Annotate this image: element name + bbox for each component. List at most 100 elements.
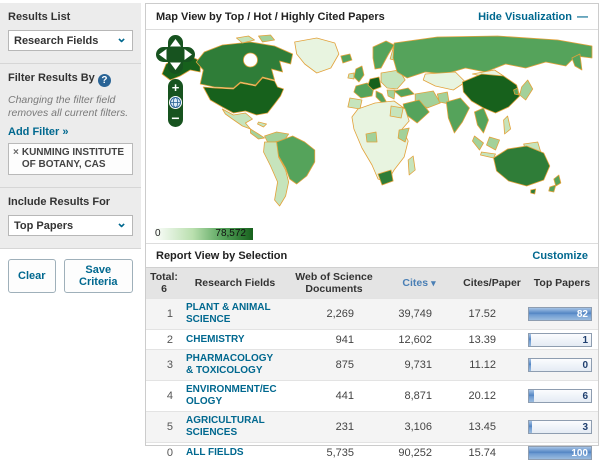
zoom-in-icon[interactable]: + <box>172 80 180 95</box>
filter-note: Changing the filter field removes all cu… <box>8 94 133 120</box>
zoom-control[interactable]: + − <box>168 79 183 127</box>
docs-value: 5,735 <box>288 447 380 459</box>
chevron-down-icon: ⌄ <box>116 33 127 43</box>
map-country[interactable] <box>480 152 495 158</box>
map-country[interactable] <box>472 136 483 150</box>
add-filter-link[interactable]: Add Filter » <box>8 126 69 138</box>
map-country[interactable] <box>366 132 377 142</box>
cites-value: 3,106 <box>380 421 458 433</box>
remove-filter-icon[interactable]: × <box>13 147 19 171</box>
report-table: Total: 6 Research Fields Web of Science … <box>146 267 598 462</box>
docs-value: 875 <box>288 359 380 371</box>
top-papers-bar: 0 <box>528 358 592 372</box>
help-icon[interactable]: ? <box>98 74 111 87</box>
cites-per-paper-value: 13.39 <box>458 334 526 346</box>
map-country[interactable] <box>250 129 264 139</box>
col-top-papers[interactable]: Top Papers <box>526 274 598 292</box>
map-country[interactable] <box>531 189 536 194</box>
map-header: Map View by Top / Hot / Highly Cited Pap… <box>146 4 598 30</box>
table-row: 4 ENVIRONMENT/ECOLOGY 441 8,871 20.12 6 <box>146 380 598 411</box>
map-country[interactable] <box>257 122 266 127</box>
table-row: 1 PLANT & ANIMAL SCIENCE 2,269 39,749 17… <box>146 298 598 329</box>
report-header: Report View by Selection Customize <box>146 243 598 267</box>
top-papers-value: 3 <box>582 422 588 433</box>
map-country[interactable] <box>196 42 292 88</box>
table-row: 2 CHEMISTRY 941 12,602 13.39 1 <box>146 329 598 349</box>
field-link[interactable]: PHARMACOLOGY & TOXICOLOGY <box>186 353 282 377</box>
row-rank: 0 <box>146 447 182 459</box>
sidebar-actions: Clear Save Criteria <box>0 249 141 303</box>
map-country[interactable] <box>462 74 519 113</box>
map-country[interactable] <box>258 35 274 42</box>
pan-control[interactable] <box>156 35 195 74</box>
map-country[interactable] <box>520 80 533 100</box>
legend-min: 0 <box>155 228 161 239</box>
map-country[interactable] <box>446 98 469 133</box>
cites-value: 90,252 <box>380 447 458 459</box>
map-country[interactable] <box>423 72 465 90</box>
col-research-fields[interactable]: Research Fields <box>182 274 288 292</box>
cites-value: 8,871 <box>380 390 458 402</box>
results-list-section: Results List Research Fields ⌄ <box>0 3 141 64</box>
table-row: 5 AGRICULTURAL SCIENCES 231 3,106 13.45 … <box>146 411 598 442</box>
main-panel: Map View by Top / Hot / Highly Cited Pap… <box>145 3 599 446</box>
zoom-out-icon[interactable]: − <box>171 110 179 126</box>
table-header-row: Total: 6 Research Fields Web of Science … <box>146 267 598 298</box>
map-country[interactable] <box>348 98 362 109</box>
map-country[interactable] <box>390 106 403 118</box>
map-view-title: Map View by Top / Hot / Highly Cited Pap… <box>156 11 385 23</box>
map-country[interactable] <box>408 156 415 175</box>
row-rank: 1 <box>146 308 182 320</box>
table-row: 3 PHARMACOLOGY & TOXICOLOGY 875 9,731 11… <box>146 349 598 380</box>
map-country[interactable] <box>348 73 354 79</box>
field-link[interactable]: PLANT & ANIMAL SCIENCE <box>186 302 282 326</box>
map-country[interactable] <box>487 137 500 150</box>
top-papers-bar: 82 <box>528 307 592 321</box>
results-list-value: Research Fields <box>14 35 98 47</box>
field-link[interactable]: ENVIRONMENT/ECOLOGY <box>186 384 282 408</box>
hide-visualization-label: Hide Visualization <box>478 11 572 23</box>
customize-link[interactable]: Customize <box>532 250 588 262</box>
top-papers-bar: 1 <box>528 333 592 347</box>
col-cites-sorted[interactable]: Cites▾ <box>380 274 458 292</box>
top-papers-bar: 3 <box>528 420 592 434</box>
filter-by-text: Filter Results By <box>8 72 95 84</box>
include-label: Include Results For <box>8 196 133 208</box>
map-country[interactable] <box>549 185 556 192</box>
cites-value: 9,731 <box>380 359 458 371</box>
row-rank: 4 <box>146 390 182 402</box>
field-link[interactable]: CHEMISTRY <box>186 334 245 346</box>
filter-section: Filter Results By ? Changing the filter … <box>0 64 141 188</box>
map-country[interactable] <box>354 66 364 82</box>
map-country[interactable] <box>554 175 561 186</box>
top-papers-value: 6 <box>582 391 588 402</box>
field-link[interactable]: AGRICULTURAL SCIENCES <box>186 415 282 439</box>
col-cites-per-paper[interactable]: Cites/Paper <box>458 274 526 292</box>
save-criteria-button[interactable]: Save Criteria <box>64 259 133 293</box>
sort-desc-icon: ▾ <box>431 278 436 288</box>
hide-visualization-link[interactable]: Hide Visualization — <box>478 11 588 23</box>
include-select[interactable]: Top Papers ⌄ <box>8 215 133 236</box>
world-map[interactable] <box>146 30 598 243</box>
top-papers-value: 82 <box>577 309 588 320</box>
legend-max: 78,572 <box>215 228 246 239</box>
clear-button[interactable]: Clear <box>8 259 56 293</box>
col-wos-documents[interactable]: Web of Science Documents <box>288 268 380 298</box>
top-papers-value: 0 <box>582 360 588 371</box>
include-section: Include Results For Top Papers ⌄ <box>0 188 141 249</box>
docs-value: 941 <box>288 334 380 346</box>
field-link[interactable]: ALL FIELDS <box>186 447 244 459</box>
map-country[interactable] <box>494 146 550 186</box>
map-country[interactable] <box>341 54 352 63</box>
top-papers-value: 100 <box>571 448 588 459</box>
cites-per-paper-value: 17.52 <box>458 308 526 320</box>
docs-value: 441 <box>288 390 380 402</box>
map-country[interactable] <box>295 38 339 73</box>
filter-chip: × KUNMING INSTITUTE OF BOTANY, CAS <box>8 143 133 175</box>
minus-icon: — <box>577 11 588 23</box>
filter-chip-label: KUNMING INSTITUTE OF BOTANY, CAS <box>22 147 128 171</box>
results-list-select[interactable]: Research Fields ⌄ <box>8 30 133 51</box>
map-country[interactable] <box>504 116 511 134</box>
row-rank: 3 <box>146 359 182 371</box>
map-country[interactable] <box>474 108 488 133</box>
